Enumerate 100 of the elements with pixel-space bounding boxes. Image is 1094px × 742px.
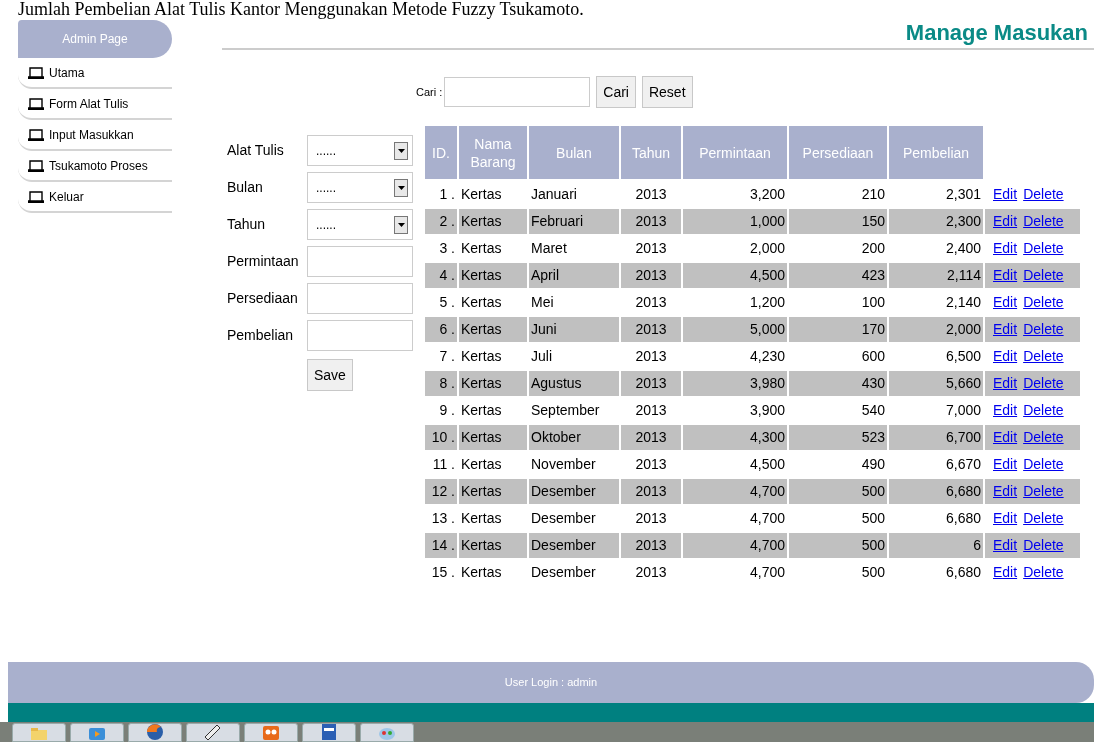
- table-cell: 4,500: [683, 263, 787, 290]
- edit-link[interactable]: Edit: [993, 321, 1018, 337]
- media-player-icon: [89, 728, 105, 740]
- table-cell: Kertas: [459, 371, 527, 398]
- table-cell: 2,000: [889, 317, 983, 344]
- edit-link[interactable]: Edit: [993, 429, 1018, 445]
- text-input-field[interactable]: [307, 246, 413, 277]
- delete-link[interactable]: Delete: [1023, 483, 1064, 499]
- table-cell: 6: [889, 533, 983, 560]
- delete-link[interactable]: Delete: [1023, 402, 1064, 418]
- table-cell: 523: [789, 425, 887, 452]
- table-cell: 5,000: [683, 317, 787, 344]
- table-cell: 2013: [621, 425, 681, 452]
- delete-link[interactable]: Delete: [1023, 537, 1064, 553]
- text-input-field[interactable]: [307, 320, 413, 351]
- table-cell: 10 .: [425, 425, 457, 452]
- table-cell: Desember: [529, 533, 619, 560]
- delete-link[interactable]: Delete: [1023, 375, 1064, 391]
- edit-link[interactable]: Edit: [993, 240, 1018, 256]
- page-title: Manage Masukan: [905, 20, 1088, 46]
- edit-link[interactable]: Edit: [993, 564, 1018, 580]
- table-cell: 2,114: [889, 263, 983, 290]
- sidebar-item[interactable]: Utama: [18, 58, 172, 89]
- taskbar-button[interactable]: [302, 723, 356, 742]
- sidebar-item[interactable]: Form Alat Tulis: [18, 89, 172, 120]
- search-button[interactable]: Cari: [596, 76, 636, 108]
- edit-link[interactable]: Edit: [993, 267, 1018, 283]
- table-cell: Kertas: [459, 533, 527, 560]
- delete-link[interactable]: Delete: [1023, 429, 1064, 445]
- column-header: Bulan: [529, 126, 619, 182]
- table-cell: 2013: [621, 263, 681, 290]
- table-cell: 4,700: [683, 479, 787, 506]
- table-cell: Kertas: [459, 209, 527, 236]
- table-cell: 423: [789, 263, 887, 290]
- table-cell: 6,680: [889, 479, 983, 506]
- edit-link[interactable]: Edit: [993, 294, 1018, 310]
- dropdown-field[interactable]: ......: [307, 172, 413, 203]
- sidebar-title: Admin Page: [18, 20, 172, 58]
- table-cell: 3,980: [683, 371, 787, 398]
- delete-link[interactable]: Delete: [1023, 510, 1064, 526]
- edit-link[interactable]: Edit: [993, 537, 1018, 553]
- edit-link[interactable]: Edit: [993, 402, 1018, 418]
- column-header: ID.: [425, 126, 457, 182]
- sidebar-item[interactable]: Tsukamoto Proses: [18, 151, 172, 182]
- table-cell: 2013: [621, 209, 681, 236]
- table-cell: 6 .: [425, 317, 457, 344]
- edit-link[interactable]: Edit: [993, 348, 1018, 364]
- table-cell: 4 .: [425, 263, 457, 290]
- table-cell: 500: [789, 479, 887, 506]
- document-caption: Jumlah Pembelian Alat Tulis Kantor Menggunakan Metode Fuzzy Tsukamoto.: [17, 0, 584, 18]
- globe-icon: [147, 724, 163, 740]
- column-header: Pembelian: [889, 126, 983, 182]
- table-cell: 2,300: [889, 209, 983, 236]
- delete-link[interactable]: Delete: [1023, 456, 1064, 472]
- table-cell: 150: [789, 209, 887, 236]
- delete-link[interactable]: Delete: [1023, 348, 1064, 364]
- edit-link[interactable]: Edit: [993, 186, 1018, 202]
- user-login-text: User Login : admin: [504, 675, 598, 691]
- sidebar-item[interactable]: Input Masukkan: [18, 120, 172, 151]
- dropdown-field[interactable]: ......: [307, 209, 413, 240]
- edit-link[interactable]: Edit: [993, 213, 1018, 229]
- edit-link[interactable]: Edit: [993, 456, 1018, 472]
- table-cell: 5,660: [889, 371, 983, 398]
- dropdown-field[interactable]: ......: [307, 135, 413, 166]
- table-cell: Juni: [529, 317, 619, 344]
- delete-link[interactable]: Delete: [1023, 186, 1064, 202]
- column-header: Tahun: [621, 126, 681, 182]
- delete-link[interactable]: Delete: [1023, 213, 1064, 229]
- table-cell: 2013: [621, 479, 681, 506]
- delete-link[interactable]: Delete: [1023, 267, 1064, 283]
- search-field[interactable]: [444, 77, 591, 107]
- table-cell: 4,300: [683, 425, 787, 452]
- table-cell: Kertas: [459, 317, 527, 344]
- table-cell: Agustus: [529, 371, 619, 398]
- table-cell: 2013: [621, 371, 681, 398]
- column-header: Persediaan: [789, 126, 887, 182]
- text-input-field[interactable]: [307, 283, 413, 314]
- edit-link[interactable]: Edit: [993, 375, 1018, 391]
- taskbar-button[interactable]: [128, 723, 182, 742]
- search-label: Cari :: [416, 84, 443, 100]
- field-label: Alat Tulis: [227, 141, 285, 160]
- book-icon: [28, 190, 44, 203]
- table-cell: 12 .: [425, 479, 457, 506]
- delete-link[interactable]: Delete: [1023, 564, 1064, 580]
- edit-link[interactable]: Edit: [993, 483, 1018, 499]
- sidebar-item[interactable]: Keluar: [18, 182, 172, 213]
- field-label: Permintaan: [227, 252, 300, 271]
- table-cell: Februari: [529, 209, 619, 236]
- table-cell: Kertas: [459, 425, 527, 452]
- delete-link[interactable]: Delete: [1023, 321, 1064, 337]
- edit-link[interactable]: Edit: [993, 510, 1018, 526]
- table-cell: 170: [789, 317, 887, 344]
- search-button[interactable]: Reset: [641, 76, 693, 108]
- table-cell: 14 .: [425, 533, 457, 560]
- delete-link[interactable]: Delete: [1023, 240, 1064, 256]
- table-cell: 4,700: [683, 533, 787, 560]
- table-cell: 6,700: [889, 425, 983, 452]
- delete-link[interactable]: Delete: [1023, 294, 1064, 310]
- save-button[interactable]: Save: [307, 359, 353, 391]
- taskbar-button[interactable]: [186, 723, 240, 742]
